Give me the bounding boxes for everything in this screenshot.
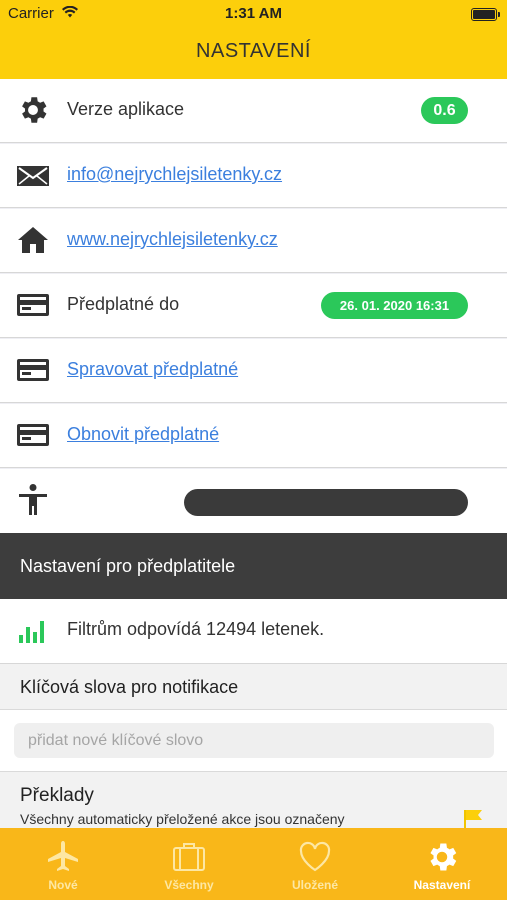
website-link[interactable]: www.nejrychlejsiletenky.cz [67, 229, 278, 250]
version-row: Verze aplikace 0.6 [0, 79, 507, 143]
gear-icon [16, 93, 50, 127]
restore-subscription-row[interactable]: Obnovit předplatné [0, 404, 507, 468]
keywords-section-header: Klíčová slova pro notifikace [0, 664, 507, 710]
tab-nastaveni[interactable]: Nastavení [379, 828, 505, 900]
subscription-row: Předplatné do 26. 01. 2020 16:31 [0, 274, 507, 338]
translations-section: Překlady Všechny automaticky přeložené a… [0, 772, 507, 828]
status-time: 1:31 AM [225, 5, 282, 22]
tab-ulozene[interactable]: Uložené [252, 828, 378, 900]
email-row[interactable]: info@nejrychlejsiletenky.cz [0, 144, 507, 208]
translations-title: Překlady [20, 785, 94, 806]
heart-icon [297, 839, 333, 875]
keyword-input[interactable] [14, 723, 494, 758]
status-bar: Carrier 1:31 AM [0, 0, 507, 28]
page-title: NASTAVENÍ [196, 40, 311, 62]
keywords-title: Klíčová slova pro notifikace [20, 677, 239, 697]
version-badge: 0.6 [421, 97, 468, 124]
accessibility-row [0, 469, 507, 534]
manage-subscription-link[interactable]: Spravovat předplatné [67, 359, 238, 380]
credit-card-icon [16, 288, 50, 322]
airplane-icon [45, 839, 81, 875]
manage-subscription-row[interactable]: Spravovat předplatné [0, 339, 507, 403]
subscriber-section-header: Nastavení pro předplatitele [0, 533, 507, 599]
email-link[interactable]: info@nejrychlejsiletenky.cz [67, 164, 282, 185]
envelope-icon [16, 158, 50, 192]
gear-icon [424, 839, 460, 875]
filters-row[interactable]: Filtrům odpovídá 12494 letenek. [0, 599, 507, 664]
bar-chart-icon [16, 613, 50, 647]
tab-nove[interactable]: Nové [0, 828, 126, 900]
redacted-bar [184, 489, 468, 516]
filters-text: Filtrům odpovídá 12494 letenek. [67, 619, 325, 639]
website-row[interactable]: www.nejrychlejsiletenky.cz [0, 209, 507, 273]
translations-description: Všechny automaticky přeložené akce jsou … [20, 811, 345, 827]
restore-subscription-link[interactable]: Obnovit předplatné [67, 424, 219, 445]
tab-label: Nové [48, 878, 78, 892]
tab-label: Všechny [164, 878, 214, 892]
subscription-date-badge: 26. 01. 2020 16:31 [321, 292, 468, 319]
accessibility-icon [16, 483, 50, 517]
credit-card-icon [16, 418, 50, 452]
subscriber-section-title: Nastavení pro předplatitele [20, 556, 236, 576]
tab-vsechny[interactable]: Všechny [126, 828, 252, 900]
subscription-label: Předplatné do [67, 294, 180, 314]
battery-icon [471, 8, 500, 21]
tab-bar: Nové Všechny Uložené Nastavení [0, 828, 507, 900]
home-icon [16, 223, 50, 257]
tab-label: Uložené [291, 878, 338, 892]
app-header: Carrier 1:31 AM NASTAVENÍ [0, 0, 507, 79]
version-label: Verze aplikace [67, 99, 185, 119]
suitcase-icon [171, 839, 207, 875]
tab-label: Nastavení [413, 878, 471, 892]
keyword-input-row [0, 710, 507, 772]
credit-card-icon [16, 353, 50, 387]
